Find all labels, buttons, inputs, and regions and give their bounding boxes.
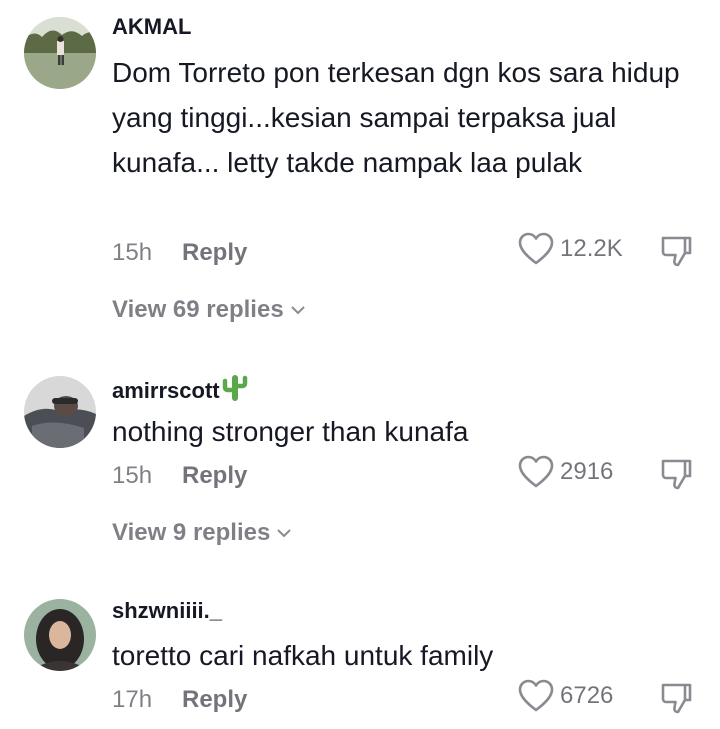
avatar[interactable] xyxy=(24,376,96,448)
avatar[interactable] xyxy=(24,17,96,89)
comment-time: 17h xyxy=(112,686,153,713)
chevron-down-icon xyxy=(277,529,292,538)
thumbs-down-icon xyxy=(661,459,692,490)
thumbs-down-icon xyxy=(661,236,692,267)
comment-username[interactable]: AKMAL xyxy=(112,14,191,40)
view-replies-button[interactable]: View 69 replies xyxy=(112,296,306,324)
comment-item: AKMAL Dom Torreto pon terkesan dgn kos s… xyxy=(0,0,720,340)
like-count: 2916 xyxy=(560,458,614,485)
comment-time: 15h xyxy=(112,462,153,489)
thumbs-down-icon xyxy=(661,683,692,714)
dislike-button[interactable] xyxy=(658,233,694,269)
view-replies-label: View 69 replies xyxy=(112,296,284,323)
cactus-icon xyxy=(222,375,247,401)
view-replies-button[interactable]: View 9 replies xyxy=(112,519,292,547)
comment-username-text: amirrscott xyxy=(112,378,220,403)
comment-time: 15h xyxy=(112,239,153,266)
comment-text: toretto cari nafkah untuk family xyxy=(112,640,494,671)
heart-outline-icon xyxy=(518,455,554,488)
reply-button[interactable]: Reply xyxy=(182,686,247,714)
dislike-button[interactable] xyxy=(658,680,694,716)
like-button[interactable]: 2916 xyxy=(518,455,613,489)
view-replies-label: View 9 replies xyxy=(112,519,271,546)
like-count: 12.2K xyxy=(560,235,623,262)
like-button[interactable]: 12.2K xyxy=(518,232,623,266)
comment-meta: 15h Reply xyxy=(112,459,247,493)
chevron-down-icon xyxy=(290,306,305,315)
comment-username[interactable]: amirrscott xyxy=(112,374,248,404)
reply-button[interactable]: Reply xyxy=(182,239,247,267)
comment-meta: 17h Reply xyxy=(112,683,247,717)
comment-meta: 15h Reply xyxy=(112,236,247,270)
heart-outline-icon xyxy=(518,232,554,265)
comment-text: Dom Torreto pon terkesan dgn kos sara hi… xyxy=(112,57,680,178)
dislike-button[interactable] xyxy=(658,456,694,492)
comment-item: amirrscott nothing stronger than kunafa … xyxy=(0,360,720,560)
comment-item: shzwniiii._ toretto cari nafkah untuk fa… xyxy=(0,584,720,729)
like-count: 6726 xyxy=(560,682,614,709)
avatar[interactable] xyxy=(24,599,96,671)
heart-outline-icon xyxy=(518,679,554,712)
comment-username[interactable]: shzwniiii._ xyxy=(112,598,222,624)
comment-text: nothing stronger than kunafa xyxy=(112,416,469,447)
like-button[interactable]: 6726 xyxy=(518,679,613,713)
reply-button[interactable]: Reply xyxy=(182,462,247,490)
